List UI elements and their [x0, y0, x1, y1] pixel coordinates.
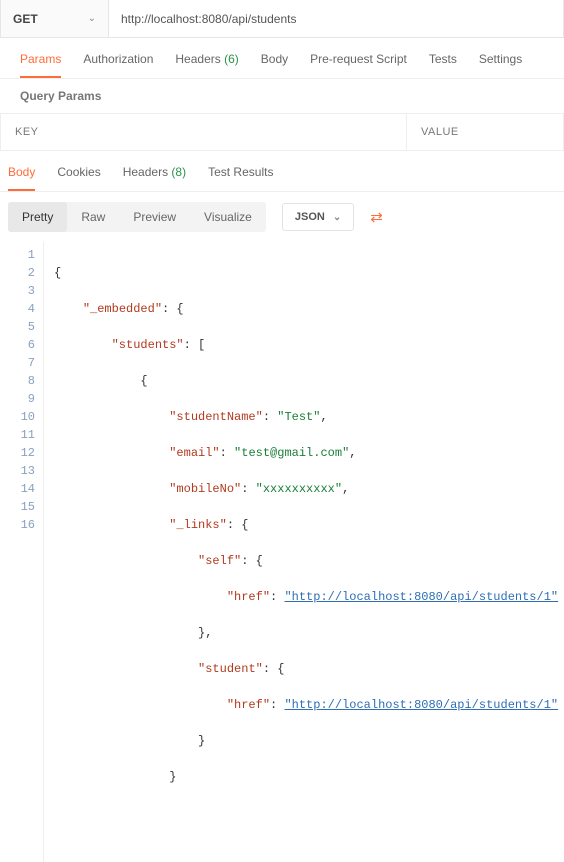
href-link-student[interactable]: "http://localhost:8080/api/students/1": [284, 698, 558, 712]
chevron-down-icon: ⌄: [88, 13, 96, 24]
key-column-header[interactable]: KEY: [1, 114, 407, 150]
res-headers-count-badge: (8): [171, 165, 186, 179]
tab-body[interactable]: Body: [261, 52, 288, 78]
tab-prerequest[interactable]: Pre-request Script: [310, 52, 407, 78]
chevron-down-icon: ⌄: [333, 212, 341, 223]
response-toolbar: Pretty Raw Preview Visualize JSON ⌄ ⇄: [0, 192, 564, 242]
response-tabs: Body Cookies Headers (8) Test Results: [0, 151, 564, 192]
http-method-value: GET: [13, 12, 38, 26]
tab-authorization[interactable]: Authorization: [83, 52, 153, 78]
tab-headers[interactable]: Headers (6): [175, 52, 238, 78]
view-pretty-button[interactable]: Pretty: [8, 202, 67, 232]
code-content[interactable]: { "_embedded": { "students": [ { "studen…: [44, 242, 558, 862]
wrap-lines-icon[interactable]: ⇄: [370, 208, 381, 226]
res-tab-cookies[interactable]: Cookies: [57, 165, 100, 191]
res-tab-headers-label: Headers: [123, 165, 168, 179]
query-params-title: Query Params: [0, 79, 564, 113]
request-tabs: Params Authorization Headers (6) Body Pr…: [0, 38, 564, 79]
tab-tests[interactable]: Tests: [429, 52, 457, 78]
res-tab-body[interactable]: Body: [8, 165, 35, 191]
url-input[interactable]: [109, 0, 563, 37]
res-tab-headers[interactable]: Headers (8): [123, 165, 186, 191]
tab-settings[interactable]: Settings: [479, 52, 522, 78]
tab-headers-label: Headers: [175, 52, 220, 66]
href-link-self[interactable]: "http://localhost:8080/api/students/1": [284, 590, 558, 604]
format-select[interactable]: JSON ⌄: [282, 203, 354, 231]
view-mode-group: Pretty Raw Preview Visualize: [8, 202, 266, 232]
http-method-select[interactable]: GET ⌄: [1, 0, 109, 37]
format-value: JSON: [295, 211, 325, 223]
headers-count-badge: (6): [224, 52, 239, 66]
res-tab-test-results[interactable]: Test Results: [208, 165, 273, 191]
view-preview-button[interactable]: Preview: [119, 202, 190, 232]
view-raw-button[interactable]: Raw: [67, 202, 119, 232]
response-body[interactable]: 12345678910111213141516 { "_embedded": {…: [0, 242, 564, 862]
value-column-header[interactable]: VALUE: [407, 114, 563, 150]
line-number-gutter: 12345678910111213141516: [0, 242, 44, 862]
view-visualize-button[interactable]: Visualize: [190, 202, 266, 232]
tab-params[interactable]: Params: [20, 52, 61, 78]
query-params-table: KEY VALUE: [0, 113, 564, 151]
